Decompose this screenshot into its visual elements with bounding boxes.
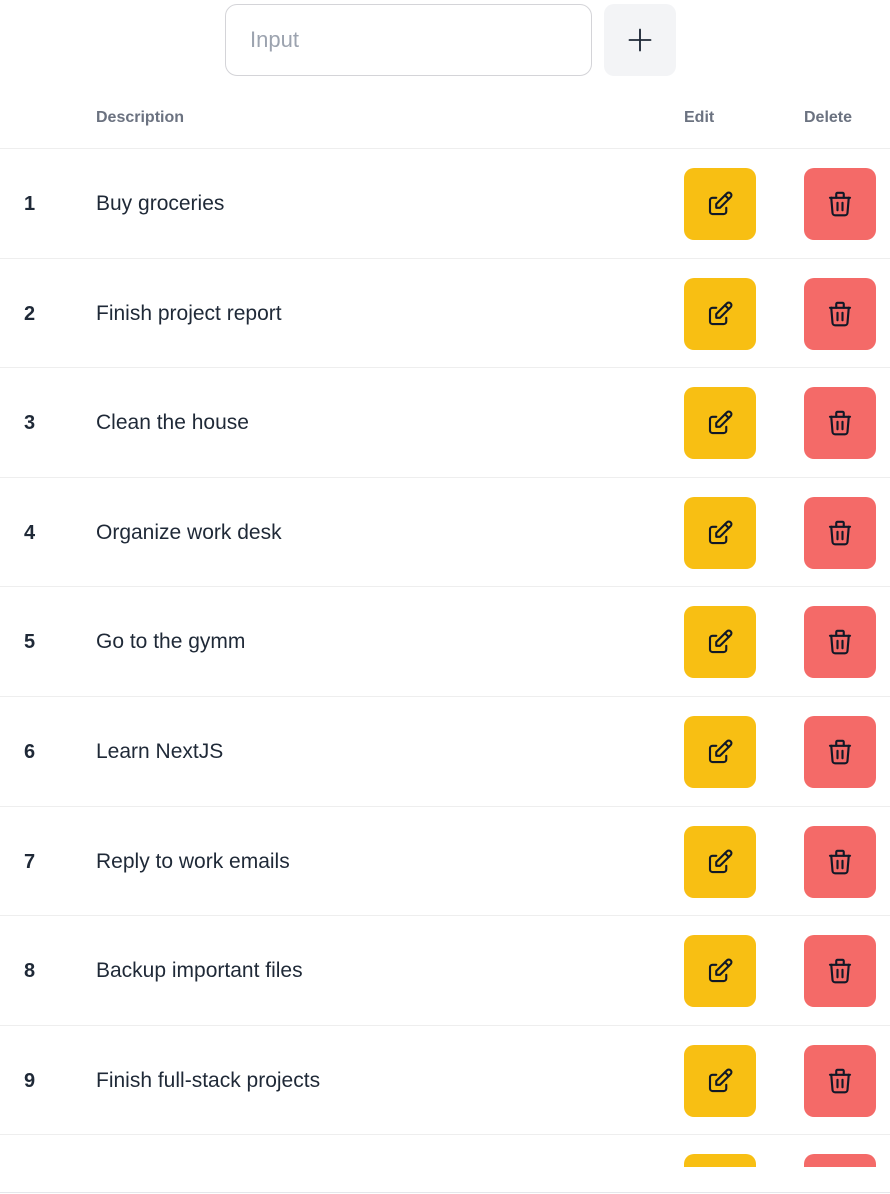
delete-button[interactable] xyxy=(804,935,876,1008)
trash-icon xyxy=(828,191,852,217)
delete-button[interactable] xyxy=(804,715,876,788)
task-description: Learn NextJS xyxy=(96,739,224,763)
edit-button[interactable] xyxy=(684,606,756,679)
trash-icon xyxy=(828,739,852,765)
pencil-square-icon xyxy=(708,849,733,873)
delete-button[interactable] xyxy=(804,1154,876,1167)
table-bottom-divider xyxy=(0,1192,890,1193)
task-description: Finish project report xyxy=(96,301,282,325)
trash-icon xyxy=(828,301,852,326)
delete-button[interactable] xyxy=(804,1044,876,1117)
edit-button[interactable] xyxy=(684,277,756,350)
row-number: 4 xyxy=(24,521,36,544)
edit-button[interactable] xyxy=(684,935,756,1008)
delete-button[interactable] xyxy=(804,277,876,350)
pencil-square-icon xyxy=(708,301,733,325)
delete-button[interactable] xyxy=(804,168,876,240)
trash-icon xyxy=(828,958,852,984)
edit-button[interactable] xyxy=(684,1154,756,1167)
add-task-button[interactable] xyxy=(604,4,676,76)
edit-button[interactable] xyxy=(684,715,756,788)
row-number: 9 xyxy=(24,1069,36,1092)
table-row: 2 Finish project report xyxy=(0,259,890,369)
task-description: Clean the house xyxy=(96,411,249,435)
trash-icon xyxy=(828,630,852,655)
edit-button[interactable] xyxy=(684,387,756,460)
task-description: Organize work desk xyxy=(96,520,282,544)
table-row: 8 Backup important files xyxy=(0,916,890,1026)
pencil-square-icon xyxy=(708,520,733,544)
table-header: Description Edit Delete xyxy=(0,96,890,149)
table-row: 5 Go to the gymm xyxy=(0,587,890,697)
trash-icon xyxy=(828,520,852,546)
pencil-square-icon xyxy=(708,958,733,983)
table-row: 6 Learn NextJS xyxy=(0,697,890,807)
delete-button[interactable] xyxy=(804,496,876,569)
task-description: Finish full-stack projects xyxy=(96,1068,321,1092)
row-number: 8 xyxy=(24,960,36,983)
task-description: Buy groceries xyxy=(96,192,225,215)
pencil-square-icon xyxy=(708,410,733,435)
row-number: 2 xyxy=(24,302,36,325)
table-row: 7 Reply to work emails xyxy=(0,807,890,917)
delete-button[interactable] xyxy=(804,825,876,898)
delete-button[interactable] xyxy=(804,387,876,460)
edit-button[interactable] xyxy=(684,825,756,898)
task-table-body: 1 Buy groceries 2 Finish project report xyxy=(0,149,890,1167)
column-header-description: Description xyxy=(96,109,185,126)
delete-button[interactable] xyxy=(804,606,876,679)
trash-icon xyxy=(828,849,852,874)
pencil-square-icon xyxy=(708,629,733,654)
table-row: 3 Clean the house xyxy=(0,368,890,478)
task-description: Go to the gymm xyxy=(96,630,246,654)
task-description: Backup important files xyxy=(96,959,303,983)
pencil-square-icon xyxy=(708,739,733,764)
task-input[interactable] xyxy=(225,4,592,76)
row-number: 5 xyxy=(24,631,36,654)
table-row: 4 Organize work desk xyxy=(0,478,890,588)
row-number: 1 xyxy=(24,193,36,215)
row-number: 7 xyxy=(24,850,36,873)
column-header-delete: Delete xyxy=(804,109,853,126)
row-number: 6 xyxy=(24,740,36,763)
row-number: 3 xyxy=(24,412,36,435)
trash-icon xyxy=(828,1068,852,1094)
task-description: Reply to work emails xyxy=(96,849,290,873)
table-row xyxy=(0,1135,890,1167)
edit-button[interactable] xyxy=(684,496,756,569)
table-row: 9 Finish full-stack projects xyxy=(0,1026,890,1136)
pencil-square-icon xyxy=(708,1068,733,1092)
plus-icon xyxy=(628,28,652,52)
edit-button[interactable] xyxy=(684,168,756,240)
trash-icon xyxy=(828,410,852,436)
table-row: 1 Buy groceries xyxy=(0,149,890,259)
add-task-form xyxy=(0,0,890,86)
edit-button[interactable] xyxy=(684,1044,756,1117)
pencil-square-icon xyxy=(708,191,733,216)
column-header-edit: Edit xyxy=(684,109,715,126)
